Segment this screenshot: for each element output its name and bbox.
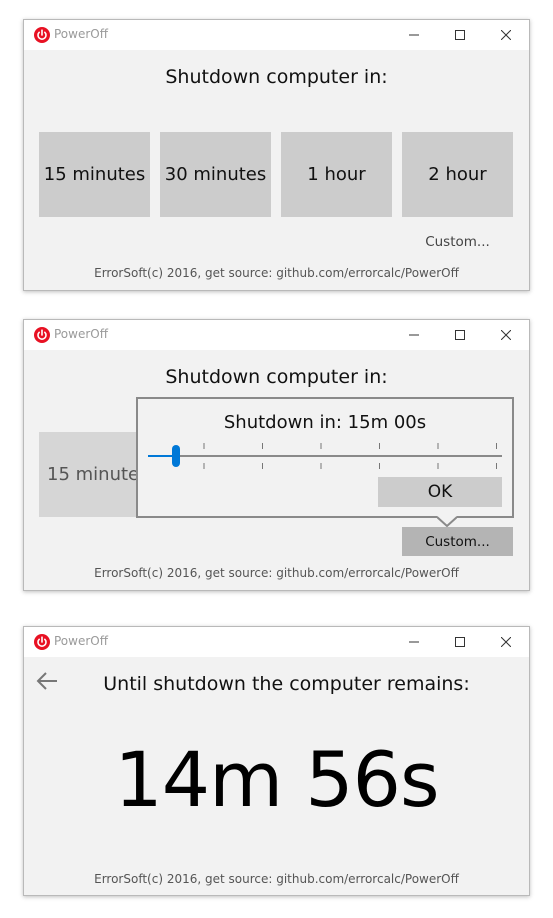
preset-label: 15 minute	[47, 464, 140, 485]
footer-credits: ErrorSoft(c) 2016, get source: github.co…	[94, 566, 459, 580]
minimize-icon	[409, 34, 419, 36]
page-title: Shutdown computer in:	[165, 366, 388, 388]
window-title: PowerOff	[54, 327, 108, 341]
title-bar[interactable]: PowerOff	[24, 20, 529, 50]
custom-button[interactable]: Custom...	[402, 527, 513, 556]
maximize-button[interactable]	[437, 320, 483, 350]
power-icon	[34, 27, 50, 43]
custom-time-flyout: Shutdown in: 15m 00s OK	[136, 397, 514, 518]
custom-button[interactable]: Custom...	[402, 228, 513, 256]
preset-1-hour-button[interactable]: 1 hour	[281, 132, 392, 217]
ok-button[interactable]: OK	[378, 477, 502, 507]
power-icon	[34, 327, 50, 343]
title-bar[interactable]: PowerOff	[24, 320, 529, 350]
footer-credits: ErrorSoft(c) 2016, get source: github.co…	[94, 872, 459, 886]
title-bar[interactable]: PowerOff	[24, 627, 529, 657]
slider-track	[148, 443, 502, 469]
countdown-timer: 14m 56s	[114, 735, 439, 824]
window-title: PowerOff	[54, 634, 108, 648]
preset-15-minutes-button[interactable]: 15 minutes	[39, 132, 150, 217]
minimize-button[interactable]	[391, 20, 437, 50]
power-icon	[34, 634, 50, 650]
close-button[interactable]	[483, 320, 529, 350]
close-button[interactable]	[483, 627, 529, 657]
minimize-button[interactable]	[391, 627, 437, 657]
window-custom: PowerOff Shutdown computer in: 15 minute…	[23, 319, 530, 591]
window-preset: PowerOff Shutdown computer in: 15 minute…	[23, 19, 530, 291]
page-title: Shutdown computer in:	[165, 66, 388, 88]
footer-credits: ErrorSoft(c) 2016, get source: github.co…	[94, 266, 459, 280]
maximize-button[interactable]	[437, 20, 483, 50]
close-icon	[501, 30, 511, 40]
window-title: PowerOff	[54, 27, 108, 41]
close-icon	[501, 330, 511, 340]
slider-thumb[interactable]	[172, 445, 180, 467]
maximize-button[interactable]	[437, 627, 483, 657]
flyout-label: Shutdown in: 15m 00s	[223, 412, 427, 433]
preset-15-minutes-button[interactable]: 15 minute	[39, 432, 150, 517]
time-slider[interactable]	[148, 441, 502, 471]
minimize-icon	[409, 334, 419, 336]
maximize-icon	[455, 637, 465, 647]
maximize-icon	[455, 330, 465, 340]
close-button[interactable]	[483, 20, 529, 50]
preset-30-minutes-button[interactable]: 30 minutes	[160, 132, 271, 217]
window-countdown: PowerOff Until shutdown the computer rem…	[23, 626, 530, 896]
minimize-icon	[409, 641, 419, 643]
page-title: Until shutdown the computer remains:	[103, 673, 470, 695]
flyout-pointer	[437, 516, 457, 527]
maximize-icon	[455, 30, 465, 40]
minimize-button[interactable]	[391, 320, 437, 350]
preset-2-hour-button[interactable]: 2 hour	[402, 132, 513, 217]
close-icon	[501, 637, 511, 647]
